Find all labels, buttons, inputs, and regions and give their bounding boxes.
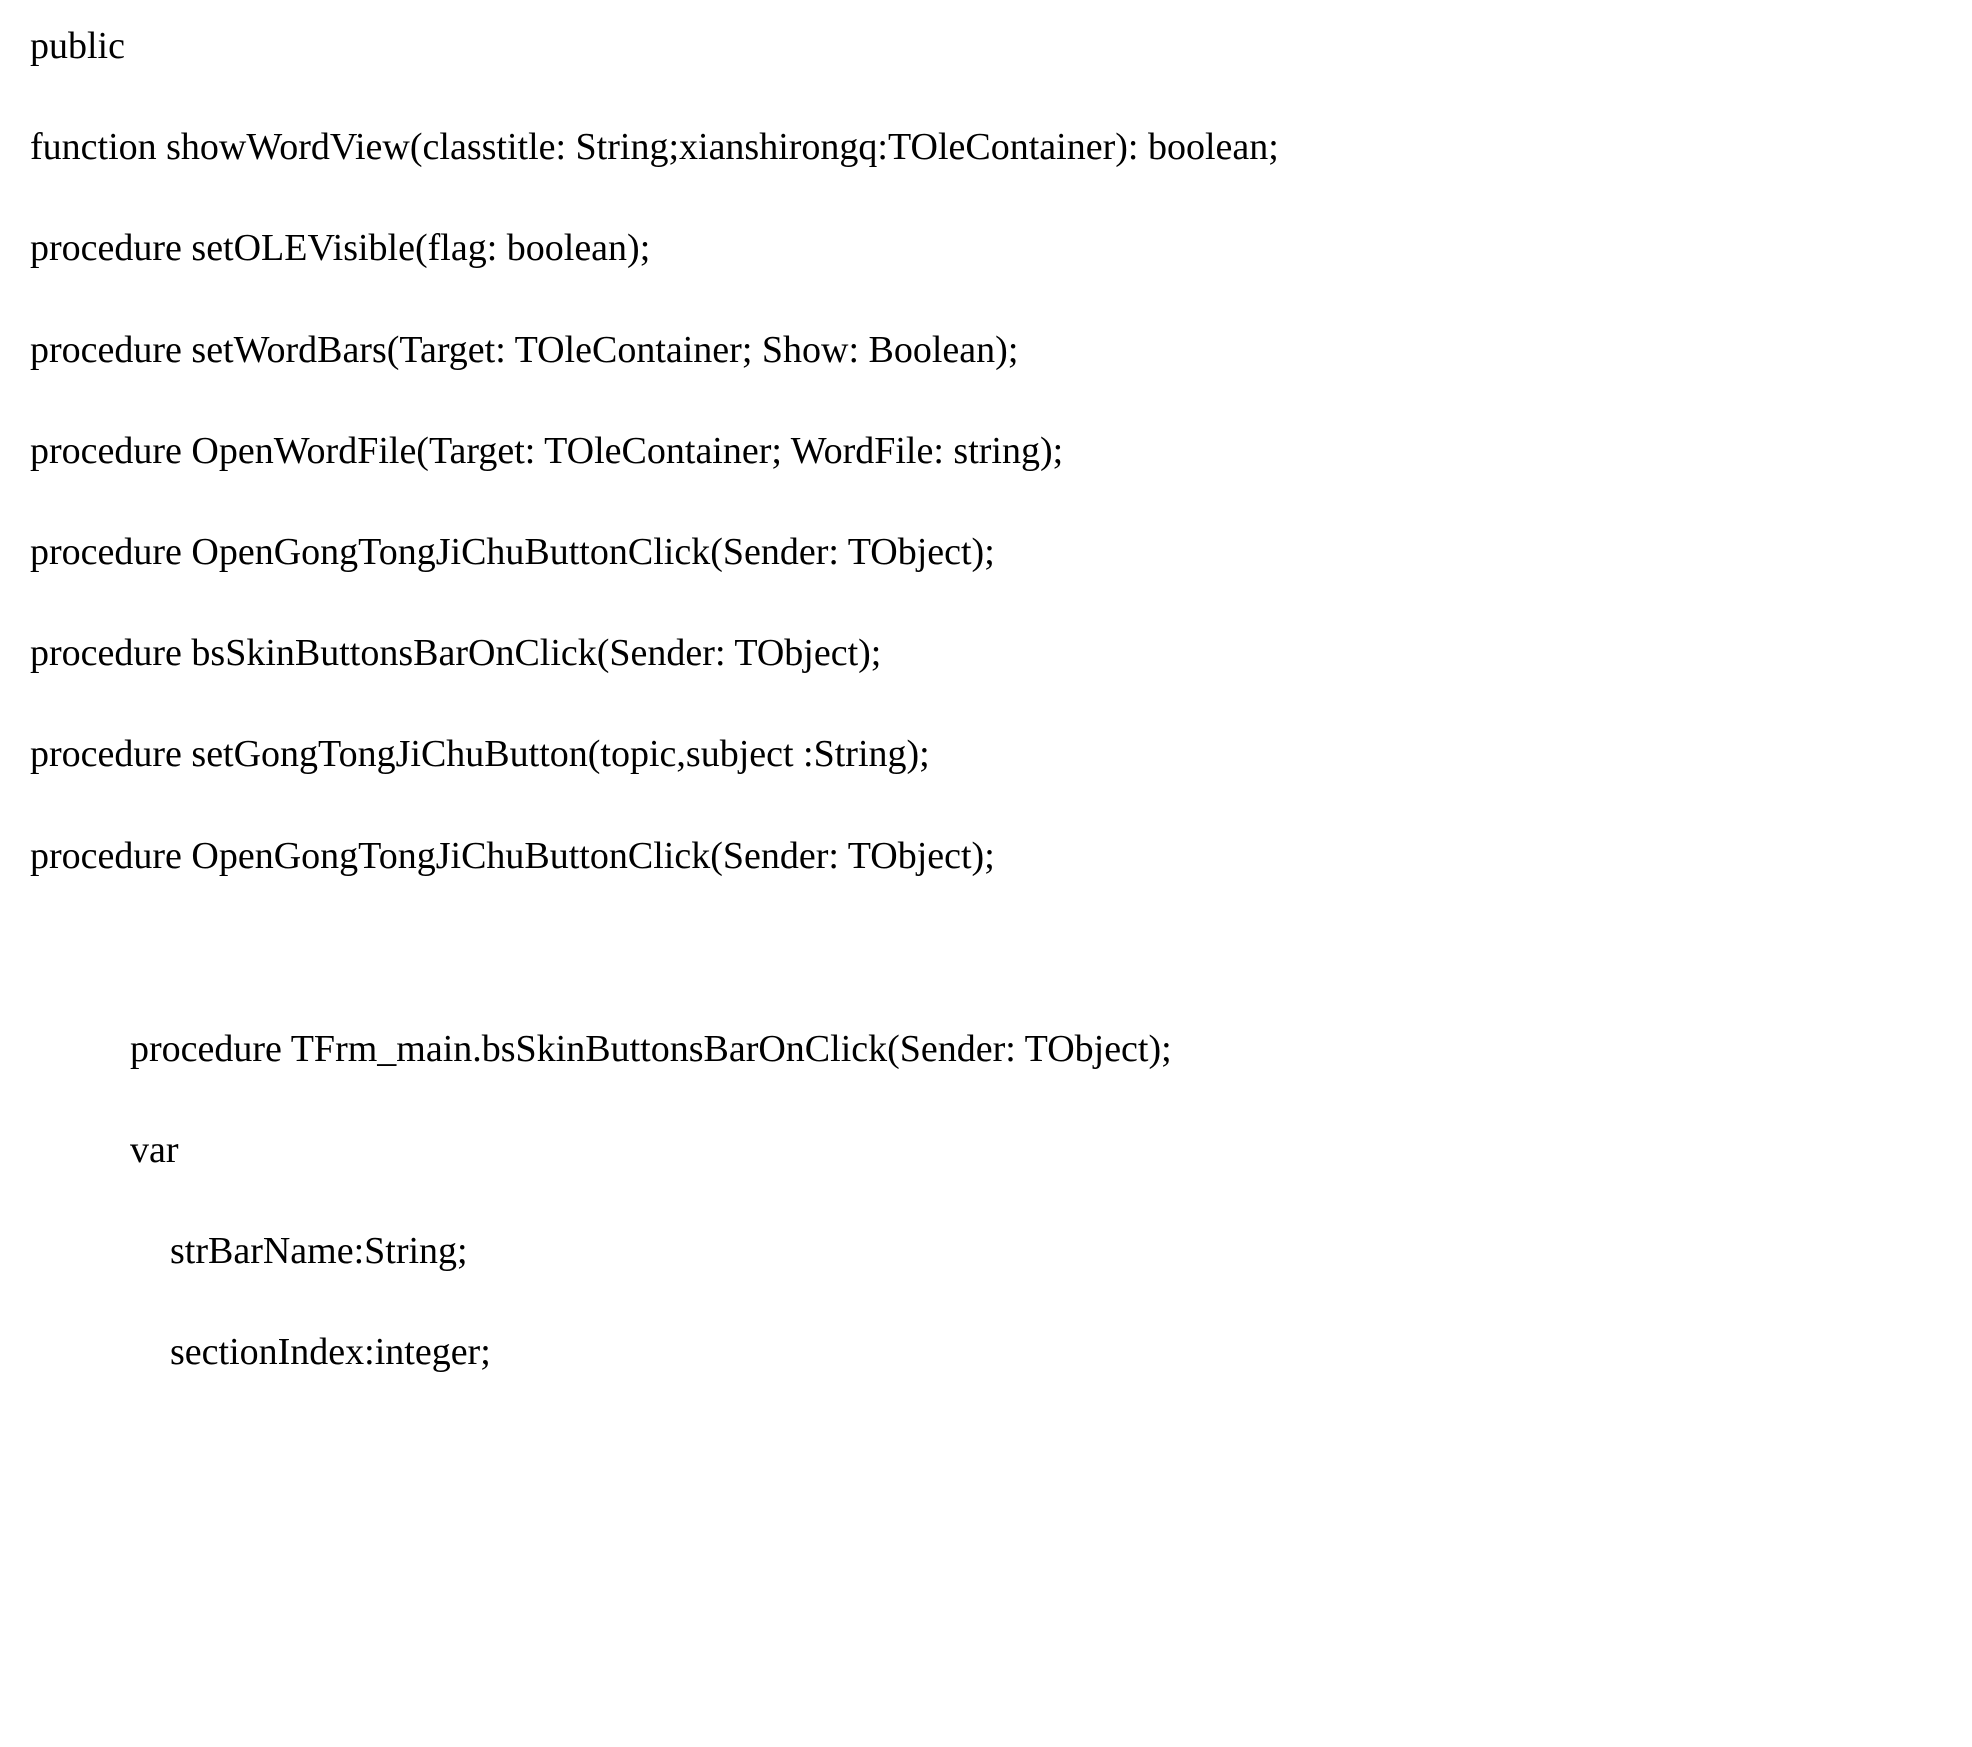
- code-line-procedure-setolevisible: procedure setOLEVisible(flag: boolean);: [30, 222, 1942, 275]
- code-line-strbarname: strBarName:String;: [30, 1225, 1942, 1278]
- code-line-procedure-setgongtongjichubutton: procedure setGongTongJiChuButton(topic,s…: [30, 728, 1942, 781]
- code-line-var: var: [30, 1124, 1942, 1177]
- code-line-sectionindex: sectionIndex:integer;: [30, 1326, 1942, 1379]
- code-line-public: public: [30, 20, 1942, 73]
- code-line-procedure-setwordbars: procedure setWordBars(Target: TOleContai…: [30, 324, 1942, 377]
- code-line-procedure-openwordfile: procedure OpenWordFile(Target: TOleConta…: [30, 425, 1942, 478]
- code-line-procedure-opengongtongjichubuttonclick-2: procedure OpenGongTongJiChuButtonClick(S…: [30, 830, 1942, 883]
- code-line-procedure-tfrm-main: procedure TFrm_main.bsSkinButtonsBarOnCl…: [30, 1023, 1942, 1076]
- code-line-procedure-opengongtongjichubuttonclick-1: procedure OpenGongTongJiChuButtonClick(S…: [30, 526, 1942, 579]
- code-line-function-showwordview: function showWordView(classtitle: String…: [30, 121, 1942, 174]
- code-line-procedure-bsskinbuttonsbaronclick: procedure bsSkinButtonsBarOnClick(Sender…: [30, 627, 1942, 680]
